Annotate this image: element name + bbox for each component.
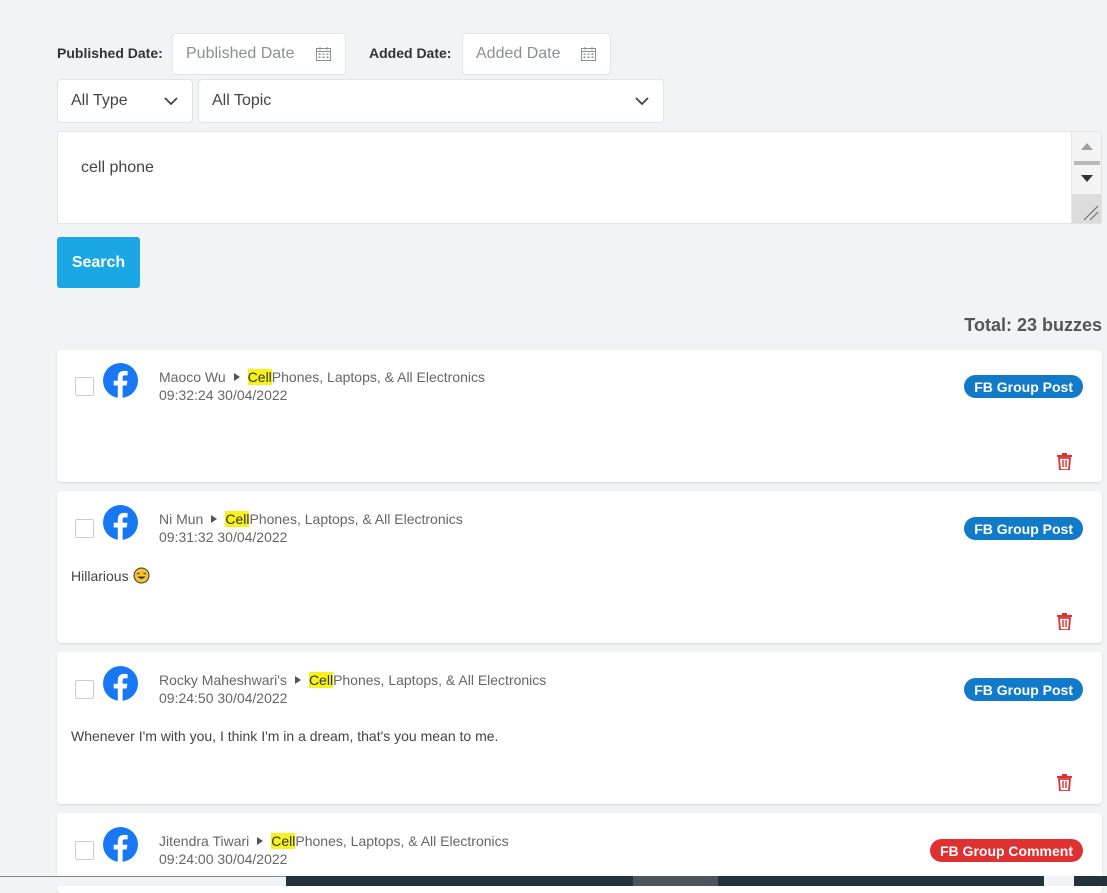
chevron-down-icon [164, 96, 178, 105]
published-date-input[interactable]: Published Date [172, 33, 346, 75]
group-name-highlight[interactable]: Cell [225, 511, 250, 527]
laughing-emoji-icon [133, 567, 150, 584]
type-badge: FB Group Post [964, 678, 1083, 701]
select-checkbox[interactable] [75, 680, 94, 699]
buzz-meta: Ni Mun Cell Phones, Laptops, & All Elect… [159, 511, 463, 545]
search-button[interactable]: Search [57, 237, 140, 288]
topic-select-value: All Topic [212, 92, 272, 109]
buzz-card: Maoco Wu Cell Phones, Laptops, & All Ele… [57, 350, 1102, 482]
bottom-bar [0, 876, 1107, 886]
caret-right-icon [233, 373, 240, 381]
query-textarea[interactable]: cell phone [57, 131, 1102, 224]
author-name[interactable]: Jitendra Tiwari [159, 833, 249, 849]
topic-select[interactable]: All Topic [198, 79, 664, 123]
select-checkbox[interactable] [75, 841, 94, 860]
added-date-input[interactable]: Added Date [462, 33, 611, 75]
resize-handle-icon[interactable] [1072, 194, 1101, 223]
buzz-meta: Maoco Wu Cell Phones, Laptops, & All Ele… [159, 369, 485, 403]
buzz-content-text: Hillarious [71, 567, 129, 584]
buzz-content: Whenever I'm with you, I think I'm in a … [71, 728, 499, 744]
timestamp: 09:32:24 30/04/2022 [159, 387, 288, 403]
query-value: cell phone [81, 159, 154, 176]
select-checkbox[interactable] [75, 377, 94, 396]
group-name-highlight[interactable]: Cell [308, 672, 334, 688]
scroll-up-arrow-icon[interactable] [1080, 142, 1094, 151]
trash-icon[interactable] [1057, 774, 1072, 791]
buzz-content: Hillarious [71, 567, 150, 584]
facebook-icon [103, 505, 138, 540]
scroll-thumb[interactable] [1074, 161, 1100, 165]
trash-icon[interactable] [1057, 613, 1072, 630]
type-badge: FB Group Post [964, 375, 1083, 398]
type-select-value: All Type [71, 92, 128, 109]
group-name[interactable]: Phones, Laptops, & All Electronics [272, 369, 485, 385]
group-name[interactable]: Phones, Laptops, & All Electronics [333, 672, 546, 688]
group-name[interactable]: Phones, Laptops, & All Electronics [249, 511, 462, 527]
select-checkbox[interactable] [75, 519, 94, 538]
textarea-scrollbar[interactable] [1071, 132, 1101, 223]
type-select[interactable]: All Type [57, 79, 193, 123]
facebook-icon [103, 827, 138, 862]
added-date-label: Added Date: [369, 45, 452, 61]
group-name[interactable]: Phones, Laptops, & All Electronics [295, 833, 508, 849]
scroll-down-arrow-icon[interactable] [1080, 174, 1094, 183]
published-date-placeholder: Published Date [186, 45, 295, 62]
author-name[interactable]: Rocky Maheshwari's [159, 672, 287, 688]
added-date-placeholder: Added Date [476, 45, 561, 62]
chevron-down-icon [635, 96, 649, 105]
facebook-icon [103, 363, 138, 398]
author-name[interactable]: Ni Mun [159, 511, 203, 527]
timestamp: 09:31:32 30/04/2022 [159, 529, 288, 545]
published-date-label: Published Date: [57, 45, 163, 61]
caret-right-icon [211, 515, 218, 523]
caret-right-icon [257, 837, 264, 845]
caret-right-icon [294, 676, 301, 684]
buzz-meta: Rocky Maheshwari's Cell Phones, Laptops,… [159, 672, 546, 706]
buzz-card: Ni Mun Cell Phones, Laptops, & All Elect… [57, 491, 1102, 643]
timestamp: 09:24:50 30/04/2022 [159, 690, 288, 706]
type-badge: FB Group Post [964, 517, 1083, 540]
calendar-icon [316, 47, 331, 61]
type-badge: FB Group Comment [930, 839, 1083, 862]
facebook-icon [103, 666, 138, 701]
total-count: Total: 23 buzzes [964, 315, 1102, 335]
group-name-highlight[interactable]: Cell [247, 369, 272, 385]
author-name[interactable]: Maoco Wu [159, 369, 226, 385]
buzz-card: Rocky Maheshwari's Cell Phones, Laptops,… [57, 652, 1102, 804]
buzz-meta: Jitendra Tiwari Cell Phones, Laptops, & … [159, 833, 509, 867]
trash-icon[interactable] [1057, 453, 1072, 470]
group-name-highlight[interactable]: Cell [271, 833, 296, 849]
calendar-icon [581, 47, 596, 61]
timestamp: 09:24:00 30/04/2022 [159, 851, 288, 867]
